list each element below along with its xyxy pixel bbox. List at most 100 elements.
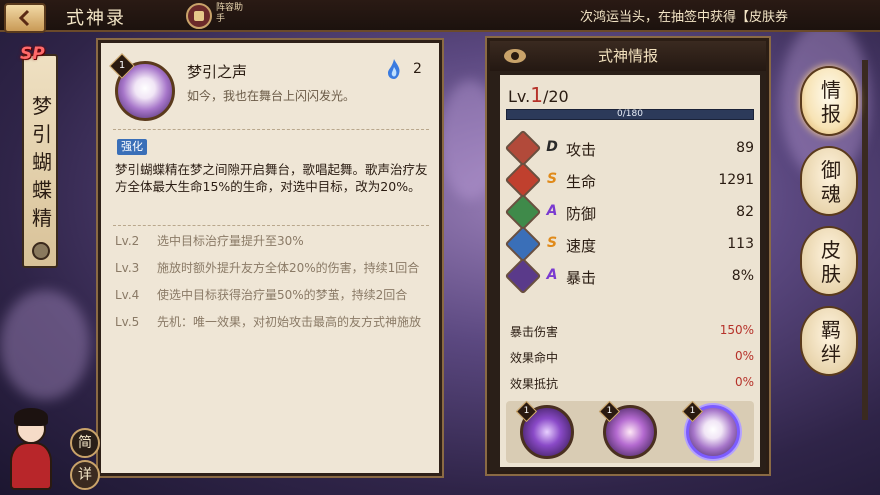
eye-icon[interactable] [504,49,526,63]
back-button[interactable] [4,3,46,33]
skill-level-value: 1 [523,406,530,416]
sub-stat-label: 效果命中 [510,351,559,365]
sub-stat-value: 0% [734,349,754,363]
sub-stat-label: 效果抵抗 [510,377,559,391]
crit-icon [504,257,542,295]
shikigami-name-tag: 梦引蝴蝶精 [22,54,58,268]
attack-icon [504,129,542,167]
sub-stat-row: 效果命中 0% [510,345,754,369]
chibi-hair [14,408,48,426]
exp-text: 0/180 [617,109,643,119]
stat-label: 生命 [566,173,597,191]
tab-label: 御魂 [821,158,841,206]
stat-row: S 生命 1291 [504,161,754,199]
top-bar: 式神录 阵容助手 次鸿运当头，在抽签中获得【皮肤券 [0,0,880,33]
level-current: 1 [530,83,543,107]
upgrade-text: 施放时额外提升友方全体20%的伤害，持续1回合 [157,261,420,275]
level-prefix: Lv. [508,87,531,106]
level-max: /20 [542,87,569,106]
upgrade-text: 选中目标治疗量提升至30% [157,234,304,248]
skill-level-value: 1 [689,406,695,416]
detail-mode-button[interactable]: 详 [70,460,100,490]
back-arrow-icon [18,9,30,27]
upgrade-row: Lv.5 先机：唯一效果，对初始攻击最高的友方式神施放 [115,314,431,331]
sub-stat-label: 暴击伤害 [510,325,559,339]
exp-bar: 0/180 [506,109,754,120]
stat-value: 8% [731,268,754,284]
wisteria-decoration [0,290,90,400]
stat-row: A 防御 82 [504,193,754,231]
knot-ornament-icon [32,242,50,260]
upgrade-text: 使选中目标获得治疗量50%的梦茧，持续2回合 [157,288,408,302]
tab-skin[interactable]: 皮肤 [800,226,858,296]
stat-label: 速度 [566,237,597,255]
info-panel-header: 式神情报 [490,41,766,71]
shikigami-info-panel: 式神情报 Lv.1/20 0/180 D 攻击 89 S 生命 1291 A 防御 82 S 速度 1… [487,38,769,474]
stat-row: A 暴击 8% [504,257,754,295]
skill-2-button[interactable]: 1 [598,400,657,459]
skill-level-badge: 1 [681,400,703,423]
skill-1-button[interactable]: 1 [516,400,575,459]
defense-icon [504,193,542,231]
upgrade-row: Lv.2 选中目标治疗量提升至30% [115,233,431,250]
speed-icon [504,225,542,263]
stat-row: D 攻击 89 [504,129,754,167]
tab-info[interactable]: 情报 [800,66,858,136]
skill-name: 梦引之声 [187,63,248,81]
tab-bond[interactable]: 羁绊 [800,306,858,376]
skill-description: 梦引蝴蝶精在梦之间隙开启舞台，歌唱起舞。歌声治疗友方全体最大生命15%的生命，对… [115,162,428,194]
stat-value: 1291 [718,172,754,188]
tab-label: 羁绊 [821,318,841,366]
tab-mitama[interactable]: 御魂 [800,146,858,216]
chibi-avatar[interactable] [6,404,56,490]
divider [113,225,429,226]
skill-level-badge: 1 [516,400,538,423]
page-title: 式神录 [66,8,126,29]
skill-selector: 1 1 1 [506,400,754,463]
stat-grade: S [546,171,558,187]
simple-mode-button[interactable]: 简 [70,428,100,458]
upgrade-row: Lv.4 使选中目标获得治疗量50%的梦茧，持续2回合 [115,287,431,304]
tab-pole [862,60,868,420]
upgrade-level: Lv.4 [115,288,140,302]
divider [113,129,429,130]
stat-grade: D [546,139,558,155]
stat-grade: A [546,267,558,283]
stat-value: 89 [736,140,754,156]
rarity-badge: SP [20,44,45,64]
stat-grade: S [546,235,558,251]
upgrade-row: Lv.3 施放时额外提升友方全体20%的伤害，持续1回合 [115,260,431,277]
stat-value: 82 [736,204,754,220]
onibi-fire-icon [388,59,400,79]
lineup-assistant-icon[interactable] [186,3,212,29]
shikigami-name: 梦引蝴蝶精 [32,94,52,230]
chibi-body [10,442,52,490]
upgrade-level: Lv.2 [115,234,140,248]
stat-label: 攻击 [566,141,597,159]
skill-detail-panel: 1 梦引之声 如今，我也在舞台上闪闪发光。 2 强化 梦引蝴蝶精在梦之间隙开启舞… [98,40,442,476]
stats-body: Lv.1/20 0/180 D 攻击 89 S 生命 1291 A 防御 82 S 速度 113 A 暴击… [500,75,760,467]
stat-grade: A [546,203,558,219]
tab-label: 情报 [821,78,841,126]
skill-quote: 如今，我也在舞台上闪闪发光。 [187,89,356,103]
health-icon [504,161,542,199]
sub-stat-value: 150% [719,323,754,337]
lineup-assistant-label[interactable]: 阵容助手 [216,3,244,25]
info-panel-title: 式神情报 [597,47,658,65]
skill-level-value: 1 [118,60,126,71]
skill-level-value: 1 [606,406,613,416]
sub-stat-row: 效果抵抗 0% [510,371,754,395]
skill-3-button[interactable]: 1 [681,400,740,459]
level-display: Lv.1/20 [508,83,569,107]
sub-stat-row: 暴击伤害 150% [510,319,754,343]
stat-label: 暴击 [566,269,597,287]
upgrade-level: Lv.3 [115,261,140,275]
enhance-tag: 强化 [117,139,147,155]
sub-stat-value: 0% [734,375,754,389]
skill-level-badge: 1 [598,400,621,423]
tab-label: 皮肤 [821,238,841,286]
skill-cost: 2 [413,61,422,77]
stat-row: S 速度 113 [504,225,754,263]
upgrade-level: Lv.5 [115,315,140,329]
announcement-marquee: 次鸿运当头，在抽签中获得【皮肤券 [580,10,789,25]
